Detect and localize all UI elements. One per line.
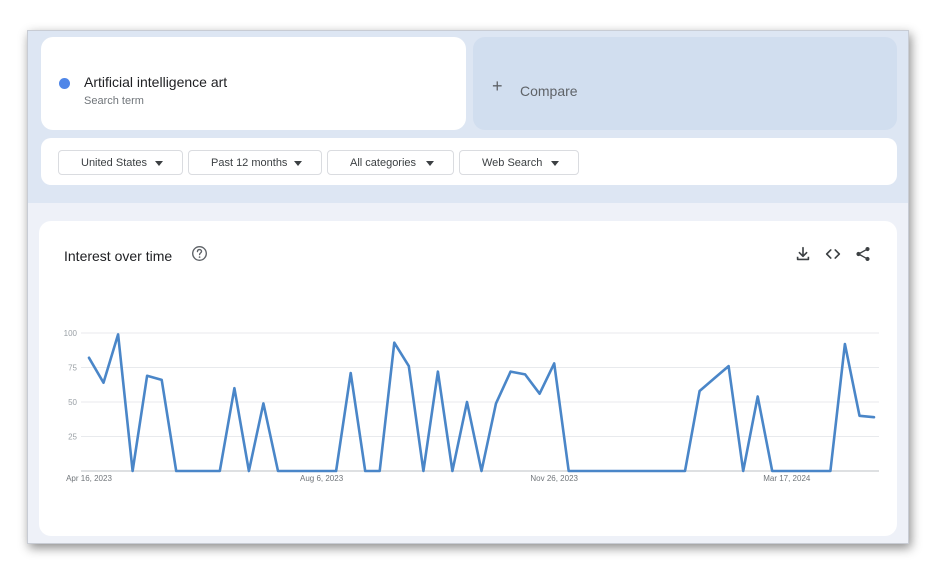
geo-filter-dropdown[interactable]: United States <box>58 150 183 175</box>
data-point <box>219 470 221 472</box>
data-point <box>102 381 104 383</box>
data-point <box>829 470 831 472</box>
data-point <box>117 333 119 335</box>
data-point <box>626 470 628 472</box>
data-point <box>480 470 482 472</box>
interest-over-time-panel: Interest over time 25 50 75 100 Apr 16, 2023… <box>39 221 897 536</box>
property-filter-dropdown[interactable]: Web Search <box>459 150 579 175</box>
x-tick-label: Apr 16, 2023 <box>66 474 112 483</box>
data-point <box>553 362 555 364</box>
data-point <box>291 470 293 472</box>
data-point <box>844 343 846 345</box>
data-point <box>393 341 395 343</box>
geo-filter-label: United States <box>81 156 148 169</box>
data-point <box>160 379 162 381</box>
data-point <box>437 370 439 372</box>
data-point <box>190 470 192 472</box>
data-point <box>655 470 657 472</box>
data-point <box>408 365 410 367</box>
data-point <box>742 470 744 472</box>
filter-bar: United States Past 12 months All categor… <box>41 138 897 185</box>
data-point <box>466 401 468 403</box>
data-point <box>422 470 424 472</box>
property-filter-label: Web Search <box>482 156 543 169</box>
data-point <box>335 470 337 472</box>
data-point <box>320 470 322 472</box>
data-point <box>349 372 351 374</box>
category-filter-dropdown[interactable]: All categories <box>327 150 454 175</box>
data-point <box>684 470 686 472</box>
data-point <box>524 373 526 375</box>
data-point <box>786 470 788 472</box>
x-tick-label: Nov 26, 2023 <box>530 474 578 483</box>
caret-down-icon <box>155 161 163 166</box>
data-point <box>669 470 671 472</box>
caret-down-icon <box>426 161 434 166</box>
caret-down-icon <box>551 161 559 166</box>
data-point <box>175 470 177 472</box>
interest-line-chart: 25 50 75 100 Apr 16, 2023 Aug 6, 2023 Nov 26, … <box>64 329 879 483</box>
data-point <box>364 470 366 472</box>
data-point <box>262 402 264 404</box>
search-term-card[interactable]: Artificial intelligence art Search term <box>41 37 466 130</box>
data-point <box>611 470 613 472</box>
y-tick-label: 75 <box>68 364 77 373</box>
x-tick-label: Aug 6, 2023 <box>300 474 344 483</box>
data-point <box>451 470 453 472</box>
data-point <box>858 415 860 417</box>
data-point <box>640 470 642 472</box>
data-point <box>306 470 308 472</box>
data-point <box>771 470 773 472</box>
data-point <box>757 395 759 397</box>
trends-window: Artificial intelligence art Search term … <box>27 30 909 544</box>
y-tick-label: 100 <box>64 329 78 338</box>
series-line <box>87 333 876 473</box>
compare-button[interactable]: + Compare <box>473 37 897 130</box>
plus-icon: + <box>492 76 503 96</box>
data-point <box>873 416 875 418</box>
data-point <box>495 402 497 404</box>
caret-down-icon <box>294 161 302 166</box>
y-tick-label: 50 <box>68 398 77 407</box>
time-filter-label: Past 12 months <box>211 156 288 169</box>
data-point <box>800 470 802 472</box>
data-point <box>568 470 570 472</box>
data-point <box>248 470 250 472</box>
data-point <box>582 470 584 472</box>
x-tick-label: Mar 17, 2024 <box>763 474 811 483</box>
category-filter-label: All categories <box>350 156 417 169</box>
data-point <box>713 377 715 379</box>
data-point <box>146 375 148 377</box>
data-point <box>88 357 90 359</box>
term-color-dot <box>59 78 70 89</box>
data-point <box>538 393 540 395</box>
data-point <box>698 390 700 392</box>
data-point <box>815 470 817 472</box>
data-point <box>233 387 235 389</box>
compare-label: Compare <box>520 83 578 99</box>
data-point <box>204 470 206 472</box>
search-term-name[interactable]: Artificial intelligence art <box>84 74 227 90</box>
data-point <box>131 470 133 472</box>
search-term-type: Search term <box>84 95 144 107</box>
data-point <box>379 470 381 472</box>
data-point <box>597 470 599 472</box>
y-tick-label: 25 <box>68 433 77 442</box>
time-filter-dropdown[interactable]: Past 12 months <box>188 150 322 175</box>
data-point <box>277 470 279 472</box>
data-point <box>727 365 729 367</box>
data-point <box>509 370 511 372</box>
